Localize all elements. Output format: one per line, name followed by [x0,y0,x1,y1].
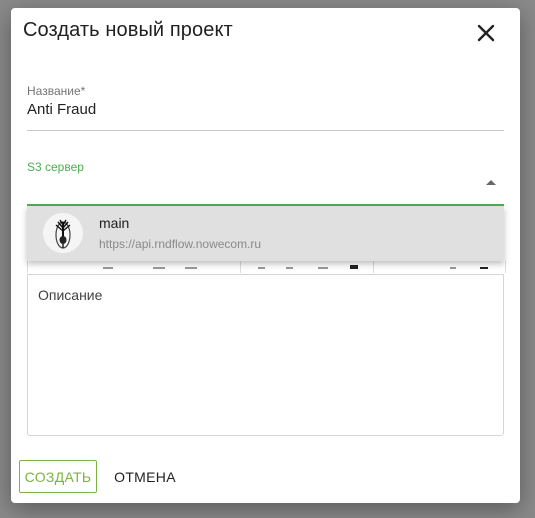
close-button[interactable] [473,22,499,48]
project-name-label: Название* [27,84,86,98]
project-name-field[interactable]: Название* Anti Fraud [27,84,504,131]
cancel-button[interactable]: ОТМЕНА [108,460,182,493]
dialog-title: Создать новый проект [23,19,233,41]
description-placeholder: Описание [38,287,103,303]
description-editor[interactable]: Описание [27,274,504,436]
project-name-input[interactable]: Anti Fraud [27,101,96,118]
create-project-dialog: Создать новый проект Название* Anti Frau… [11,8,520,503]
s3-server-dropdown[interactable]: main https://api.rndflow.nowecom.ru [27,206,504,261]
create-button[interactable]: СОЗДАТЬ [19,460,97,493]
s3-server-label: S3 сервер [27,160,84,174]
close-icon [477,24,495,47]
option-name: main [99,215,130,231]
s3-server-select[interactable]: S3 сервер [27,160,504,206]
option-url: https://api.rndflow.nowecom.ru [99,237,262,251]
server-logo-icon [43,213,83,253]
caret-up-icon[interactable] [486,180,496,185]
editor-toolbar [27,261,506,273]
